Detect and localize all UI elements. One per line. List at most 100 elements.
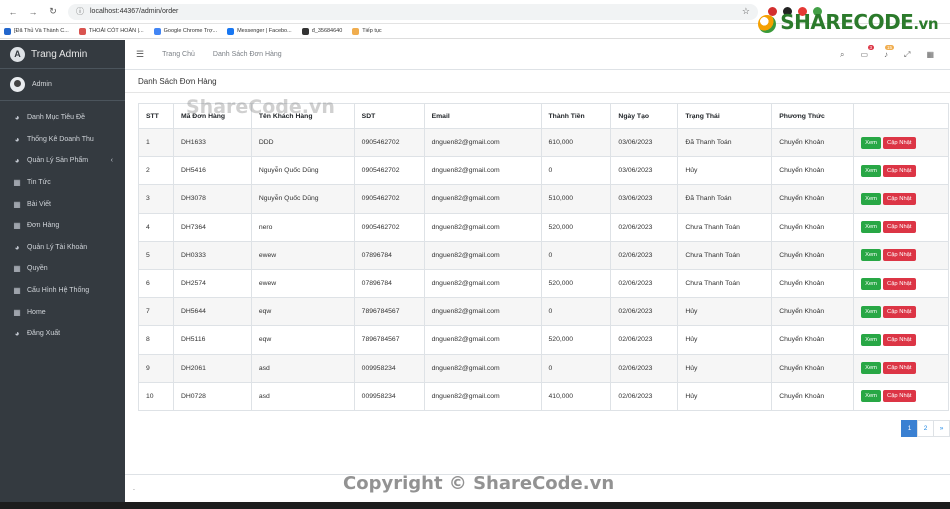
- table-cell: 520,000: [540, 325, 612, 355]
- address-bar[interactable]: ⓘ localhost:44367/admin/order ☆: [68, 3, 758, 20]
- sidebar-item-7[interactable]: ◕ Quản Lý Tài Khoản: [0, 237, 125, 259]
- table-cell: 510,000: [540, 184, 612, 214]
- view-button[interactable]: Xem: [861, 390, 882, 403]
- page-button[interactable]: 2: [917, 420, 934, 437]
- table-cell: Chưa Thanh Toán: [677, 268, 773, 299]
- table-cell: 0905462702: [353, 127, 425, 158]
- table-row: 6 DH2574 ewew 07896784 dnguen82@gmail.com 520…: [138, 268, 949, 299]
- table-cell: 02/06/2023: [610, 268, 679, 299]
- sidebar-item-1[interactable]: ◕ Danh Mục Tiêu Đề: [0, 107, 125, 129]
- grid-menu-icon[interactable]: ▦: [926, 50, 934, 59]
- view-button[interactable]: Xem: [861, 192, 882, 205]
- table-cell: 0: [540, 353, 612, 383]
- fullscreen-icon[interactable]: ⤢: [904, 50, 910, 60]
- view-button[interactable]: Xem: [861, 362, 882, 375]
- update-button[interactable]: Cập Nhật: [883, 192, 916, 205]
- sidebar-item-4[interactable]: ▦ Tin Tức: [0, 172, 125, 194]
- table-cell: 0: [540, 156, 612, 186]
- table-cell: Hủy: [677, 381, 773, 411]
- update-button[interactable]: Cập Nhật: [883, 221, 916, 234]
- table-cell: 10: [138, 381, 174, 411]
- bookmark-item[interactable]: THOẢI CÓT HOÀN |...: [78, 27, 144, 35]
- table-cell: Chuyển Khoản: [771, 353, 855, 383]
- bookmark-item[interactable]: Tiếp tục: [352, 27, 382, 35]
- table-cell: 02/06/2023: [610, 297, 679, 327]
- row-actions: Xem Cập Nhật: [853, 325, 949, 355]
- update-button[interactable]: Cập Nhật: [883, 136, 916, 149]
- table-cell: Chuyển Khoản: [771, 212, 855, 242]
- url-text: localhost:44367/admin/order: [90, 8, 179, 15]
- view-button[interactable]: Xem: [861, 333, 882, 346]
- view-button[interactable]: Xem: [861, 305, 882, 318]
- table-cell: Chuyển Khoản: [771, 240, 855, 270]
- table-cell: asd: [250, 353, 355, 383]
- table-cell: Chuyển Khoản: [771, 156, 855, 186]
- bookmark-label: THOẢI CÓT HOÀN |...: [88, 28, 144, 34]
- table-cell: Chuyển Khoản: [771, 268, 855, 299]
- notifications-button[interactable]: ♪ 15: [884, 45, 895, 59]
- footer: .: [125, 474, 950, 502]
- table-cell: 3: [138, 184, 174, 214]
- view-button[interactable]: Xem: [861, 136, 882, 149]
- page-button[interactable]: 1: [901, 420, 918, 437]
- row-actions: Xem Cập Nhật: [853, 268, 949, 299]
- sidebar-item-8[interactable]: ▦ Quyền: [0, 258, 125, 280]
- bookmark-star-icon[interactable]: ☆: [742, 6, 750, 17]
- main-content: STT Mã Đơn Hàng Tên Khách Hàng SDT Email Thàn…: [125, 93, 950, 474]
- sidebar-item-3[interactable]: ◕ Quản Lý Sản Phẩm ‹: [0, 150, 125, 172]
- orders-table: STT Mã Đơn Hàng Tên Khách Hàng SDT Email Thàn…: [138, 103, 949, 411]
- update-button[interactable]: Cập Nhật: [883, 249, 916, 262]
- table-cell: eqw: [250, 297, 355, 327]
- messages-button[interactable]: ▭ 3: [860, 45, 875, 59]
- update-button[interactable]: Cập Nhật: [883, 164, 916, 177]
- table-cell: 03/06/2023: [610, 156, 679, 186]
- table-cell: Đã Thanh Toán: [677, 127, 773, 158]
- bookmark-label: Google Chrome Trợ...: [163, 28, 218, 34]
- table-cell: asd: [250, 381, 355, 411]
- update-button[interactable]: Cập Nhật: [883, 277, 916, 290]
- nav-link-orders[interactable]: Danh Sách Đơn Hàng: [213, 51, 282, 58]
- view-button[interactable]: Xem: [861, 164, 882, 177]
- user-panel[interactable]: Admin: [0, 69, 125, 101]
- table-cell: DH5644: [172, 297, 252, 327]
- hamburger-icon[interactable]: ☰: [136, 49, 144, 60]
- reload-icon[interactable]: ↻: [46, 6, 60, 17]
- nav-link-home[interactable]: Trang Chủ: [162, 51, 195, 58]
- bookmark-item[interactable]: Google Chrome Trợ...: [153, 27, 218, 35]
- view-button[interactable]: Xem: [861, 221, 882, 234]
- sidebar-item-6[interactable]: ▦ Đơn Hàng: [0, 215, 125, 237]
- palette-icon: ◕: [14, 329, 20, 339]
- table-cell: Hủy: [677, 297, 773, 327]
- sidebar-item-5[interactable]: ▦ Bài Viết: [0, 193, 125, 215]
- update-button[interactable]: Cập Nhật: [883, 305, 916, 318]
- update-button[interactable]: Cập Nhật: [883, 362, 916, 375]
- table-cell: 03/06/2023: [610, 127, 679, 158]
- table-row: 7 DH5644 eqw 7896784567 dnguen82@gmail.com 0 0…: [138, 297, 949, 327]
- sidebar-item-10[interactable]: ▦ Home: [0, 301, 125, 323]
- bookmark-item[interactable]: đ_35684640: [301, 27, 342, 35]
- bookmark-favicon-icon: [153, 27, 161, 35]
- globe-icon: [758, 14, 777, 33]
- table-cell: dnguen82@gmail.com: [423, 381, 542, 411]
- view-button[interactable]: Xem: [861, 249, 882, 262]
- table-header-row: STT Mã Đơn Hàng Tên Khách Hàng SDT Email Thàn…: [138, 103, 949, 129]
- brand-link[interactable]: A Trang Admin: [0, 40, 125, 69]
- update-button[interactable]: Cập Nhật: [883, 390, 916, 403]
- next-page-button[interactable]: »: [933, 420, 950, 437]
- table-cell: 7896784567: [353, 297, 425, 327]
- search-icon[interactable]: ⌕: [840, 50, 844, 60]
- forward-icon[interactable]: →: [26, 7, 40, 17]
- table-cell: 5: [138, 240, 174, 270]
- sidebar-item-11[interactable]: ◕ Đăng Xuất: [0, 323, 125, 345]
- sidebar-item-2[interactable]: ◕ Thống Kê Doanh Thu: [0, 129, 125, 151]
- table-cell: 0905462702: [353, 212, 425, 242]
- bookmark-favicon-icon: [78, 27, 86, 35]
- bookmark-item[interactable]: Messenger | Facebo...: [227, 27, 292, 35]
- sidebar-item-9[interactable]: ▦ Cấu Hình Hệ Thống: [0, 280, 125, 302]
- view-button[interactable]: Xem: [861, 277, 882, 290]
- bookmark-item[interactable]: [Đã Thủ Và Thành C...: [4, 27, 69, 35]
- table-cell: dnguen82@gmail.com: [423, 184, 542, 214]
- back-icon[interactable]: ←: [6, 7, 20, 17]
- update-button[interactable]: Cập Nhật: [883, 333, 916, 346]
- site-info-icon[interactable]: ⓘ: [76, 6, 84, 17]
